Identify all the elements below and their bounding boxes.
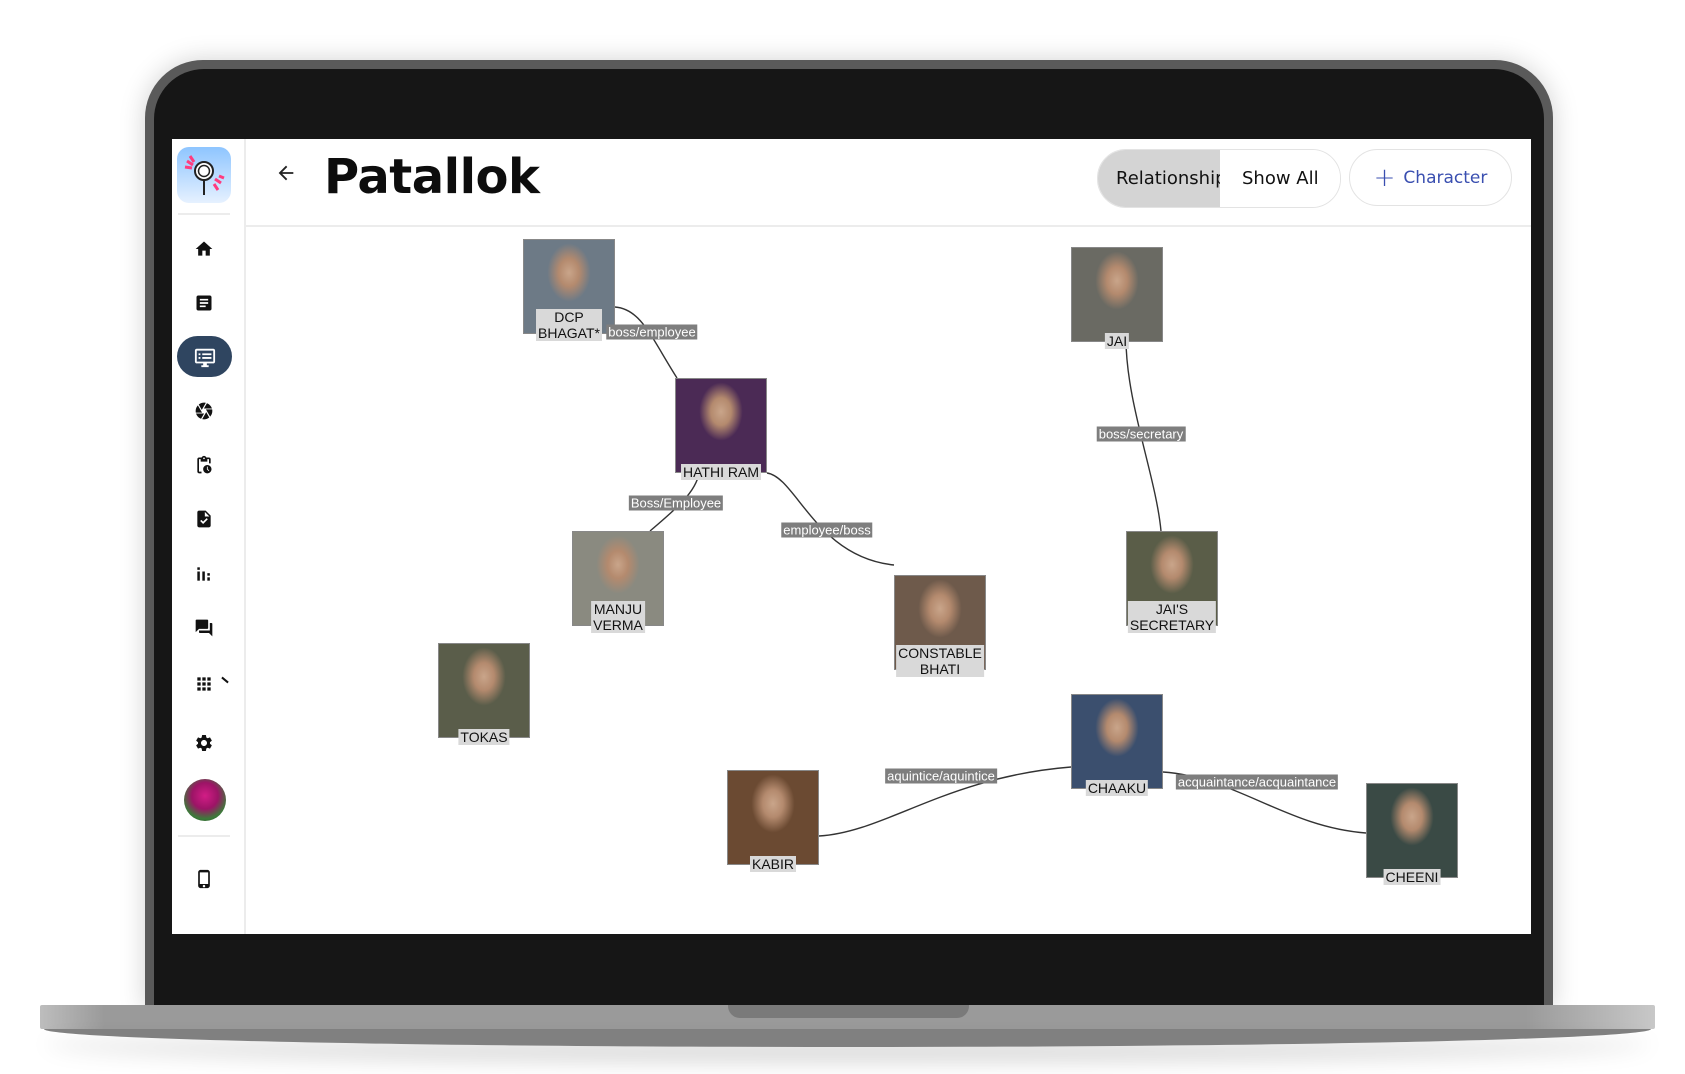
add-character-button[interactable]: + Character [1349,149,1512,206]
character-photo [439,644,529,737]
edge-label[interactable]: aquintice/aquintice [885,768,997,784]
sidebar-item-camera[interactable] [188,397,220,425]
aperture-icon [195,402,213,420]
page-title: Patallok [324,149,540,205]
character-node-chaaku[interactable]: CHAAKU [1071,694,1163,796]
character-node-cheeni[interactable]: CHEENI [1366,783,1458,885]
character-node-secretary[interactable]: JAI'S SECRETARY [1126,531,1218,633]
edge-label[interactable]: boss/employee [606,324,698,340]
sidebar-item-documents[interactable] [188,289,220,317]
edge-dcp-hathi[interactable] [614,306,678,379]
clipboard-clock-icon [197,455,212,474]
character-name: JAI'S SECRETARY [1127,601,1217,633]
sidebar-item-apps[interactable] [188,670,220,698]
character-node-dcp[interactable]: DCP BHAGAT* [523,239,615,341]
forum-icon [195,619,213,637]
character-name: JAI [1104,333,1130,349]
edge-label[interactable]: employee/boss [781,522,873,538]
character-node-bhati[interactable]: CONSTABLE BHATI [894,575,986,677]
character-photo [1072,695,1162,788]
app-logo[interactable] [177,147,231,203]
sidebar-item-storyboard[interactable] [177,336,232,377]
sidebar-item-approvals[interactable] [188,505,220,533]
character-name: TOKAS [458,729,510,745]
character-name: CONSTABLE BHATI [896,645,984,677]
edge-label[interactable]: boss/secretary [1096,426,1186,442]
laptop-notch [728,1005,969,1018]
sidebar-item-settings[interactable] [188,729,220,757]
character-name: HATHI RAM [681,464,761,480]
sidebar-item-home[interactable] [188,235,220,263]
edge-label[interactable]: Boss/Employee [628,495,724,511]
character-node-kabir[interactable]: KABIR [727,770,819,872]
character-node-tokas[interactable]: TOKAS [438,643,530,745]
page-header: Patallok Relationship Show All + Charact… [246,139,1531,227]
sidebar [172,139,246,934]
graph-edges [614,306,1367,837]
app-screen: Patallok Relationship Show All + Charact… [172,139,1531,934]
add-character-label: Character [1403,167,1488,188]
arrow-left-icon [278,165,294,181]
lollipop-logo-icon [184,155,225,195]
sidebar-item-messages[interactable] [188,614,220,642]
edge-hathi-bhati[interactable] [766,472,895,566]
user-avatar[interactable] [184,779,226,821]
back-button[interactable] [272,159,300,187]
home-icon [195,241,213,256]
apps-grid-icon [197,677,211,691]
expand-chevron-icon[interactable] [221,676,229,684]
character-node-manju[interactable]: MANJU VERMA [572,531,664,633]
bar-chart-icon [197,567,210,581]
character-name: CHEENI [1383,869,1441,885]
monitor-list-icon [194,348,215,367]
phone-icon [198,869,210,889]
toggle-relationship[interactable]: Relationship [1098,150,1220,207]
relationship-graph[interactable]: DCP BHAGAT* HATHI RAM JAI MANJU VERMA CONSTA… [246,227,1531,934]
character-photo [728,771,818,864]
document-icon [196,295,212,311]
character-node-hathi[interactable]: HATHI RAM [675,378,767,480]
file-check-icon [197,510,211,528]
character-photo [676,379,766,472]
character-photo [1367,784,1457,877]
toggle-show-all[interactable]: Show All [1220,150,1340,207]
sidebar-item-mobile[interactable] [188,865,220,893]
edge-label[interactable]: acquaintance/acquaintance [1175,774,1339,790]
character-name: MANJU VERMA [591,601,645,633]
character-photo [1072,248,1162,341]
character-node-jai[interactable]: JAI [1071,247,1163,349]
laptop-base-shadow [44,1029,1651,1047]
sidebar-item-schedule[interactable] [188,451,220,479]
sidebar-item-reports[interactable] [188,560,220,588]
character-name: DCP BHAGAT* [536,309,602,341]
sidebar-divider [178,213,230,215]
sidebar-divider [178,835,230,837]
view-toggle: Relationship Show All [1097,149,1341,208]
plus-icon: + [1373,162,1396,193]
gear-icon [196,735,212,751]
character-name: KABIR [749,856,797,872]
character-name: CHAAKU [1085,780,1149,796]
